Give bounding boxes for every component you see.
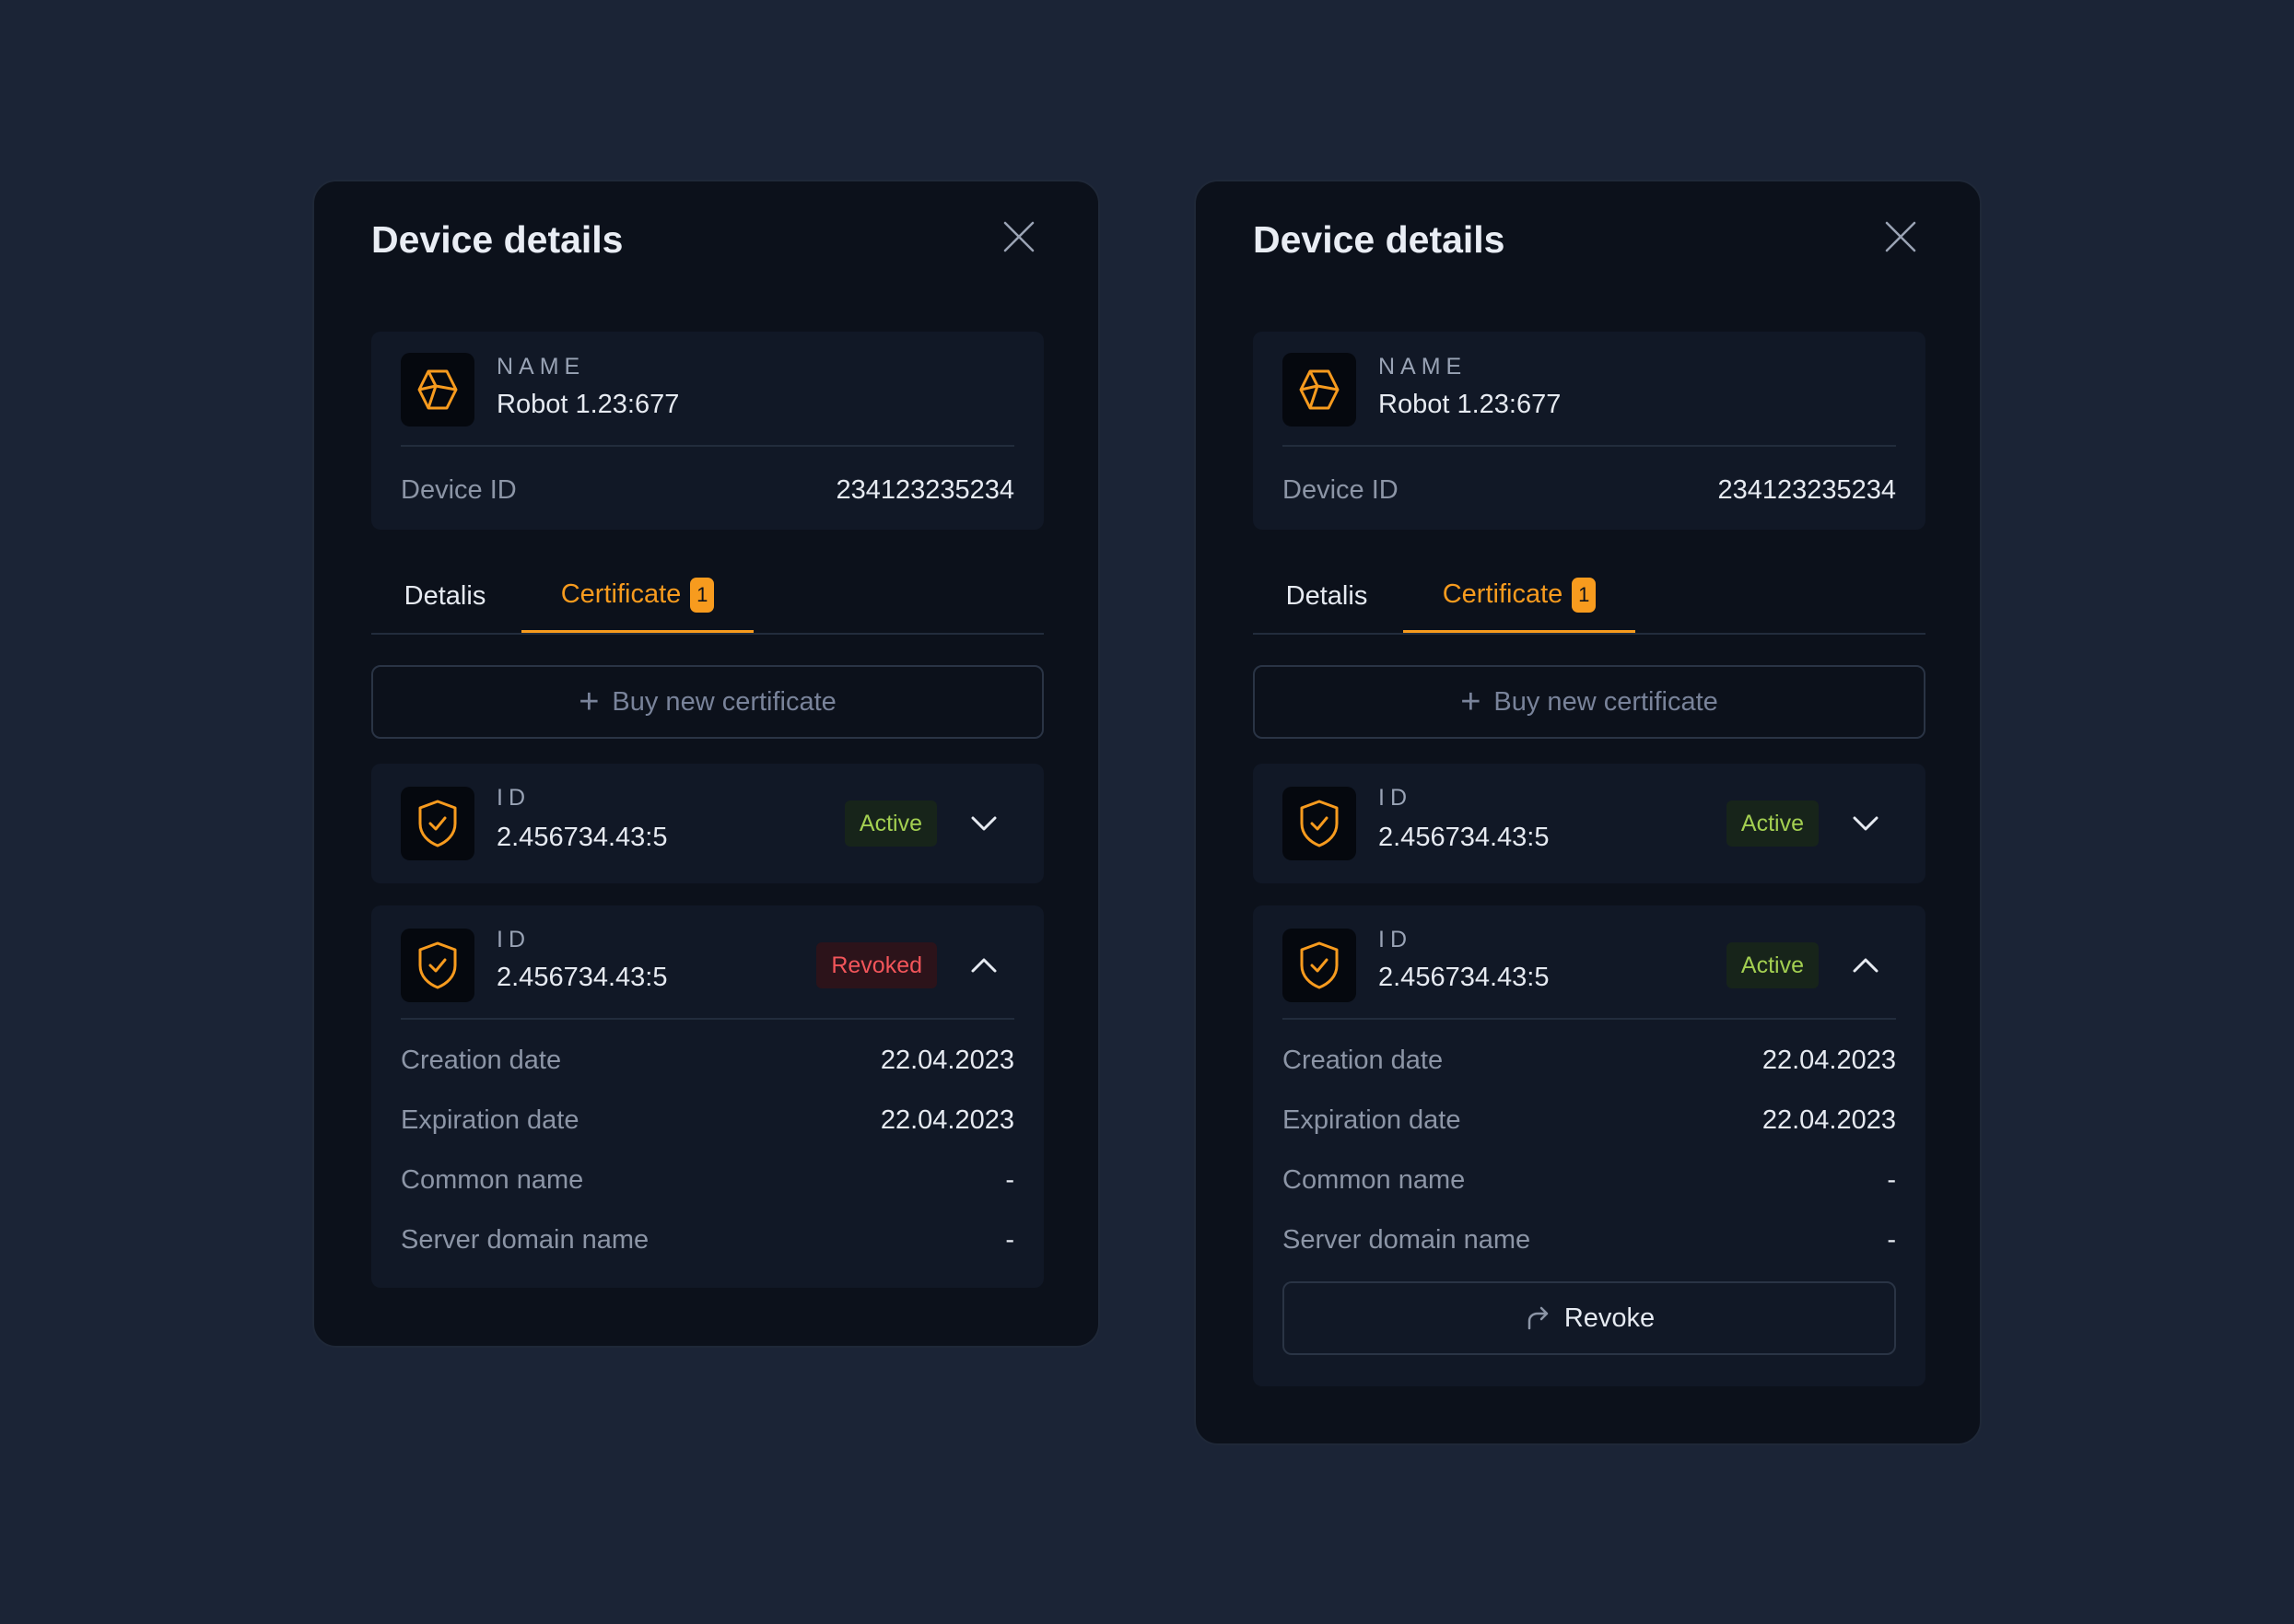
certificate-item: ID 2.456734.43:5 Active Creation date 22… — [1253, 905, 1925, 1386]
status-badge: Active — [1726, 942, 1819, 988]
plus-icon: + — [579, 683, 600, 721]
status-badge: Revoked — [816, 942, 937, 988]
tab-details[interactable]: Detalis — [1253, 559, 1400, 633]
tab-details[interactable]: Detalis — [371, 559, 519, 633]
revoke-button[interactable]: Revoke — [1282, 1281, 1896, 1355]
status-badge: Active — [844, 800, 937, 847]
chevron-down-icon[interactable] — [1847, 805, 1884, 842]
server-domain-value: - — [1005, 1225, 1014, 1255]
creation-date-label: Creation date — [1282, 1046, 1444, 1075]
name-label: NAME — [1378, 354, 1468, 380]
device-details-panel: Device details NAME Robot 1.23:677 Devic… — [1194, 180, 1982, 1445]
cert-id-label: ID — [1378, 785, 1412, 811]
certificate-item: ID 2.456734.43:5 Active — [371, 764, 1044, 883]
device-details-panel: Device details NAME Robot 1.23:677 Devic… — [312, 180, 1100, 1348]
device-id-value: 234123235234 — [1717, 475, 1896, 505]
status-badge: Active — [1726, 800, 1819, 847]
buy-certificate-label: Buy new certificate — [1493, 686, 1718, 717]
divider — [1282, 445, 1896, 447]
tab-label: Certificate — [560, 579, 682, 609]
tab-label: Detalis — [404, 580, 486, 611]
name-label: NAME — [497, 354, 586, 380]
creation-date-value: 22.04.2023 — [880, 1046, 1014, 1075]
shield-check-icon — [1282, 929, 1356, 1002]
revoke-label: Revoke — [1563, 1303, 1656, 1333]
close-icon[interactable] — [1884, 220, 1917, 253]
expiration-date-value: 22.04.2023 — [880, 1105, 1014, 1135]
common-name-label: Common name — [401, 1165, 584, 1195]
divider — [401, 445, 1014, 447]
cert-id-label: ID — [497, 785, 531, 811]
device-name: Robot 1.23:677 — [1378, 390, 1562, 419]
buy-certificate-label: Buy new certificate — [612, 686, 837, 717]
common-name-value: - — [1005, 1165, 1014, 1195]
close-icon[interactable] — [1002, 220, 1036, 253]
panel-title: Device details — [371, 218, 624, 261]
cube-icon — [1282, 353, 1356, 426]
shield-check-icon — [401, 929, 474, 1002]
common-name-value: - — [1887, 1165, 1896, 1195]
expiration-date-label: Expiration date — [1282, 1105, 1461, 1135]
tab-bar: Detalis Certificate 1 — [1253, 559, 1925, 635]
device-id-label: Device ID — [401, 475, 517, 505]
device-info-card: NAME Robot 1.23:677 Device ID 2341232352… — [371, 332, 1044, 530]
tab-certificate[interactable]: Certificate 1 — [521, 559, 754, 633]
plus-icon: + — [1460, 683, 1481, 721]
shield-check-icon — [401, 787, 474, 860]
common-name-label: Common name — [1282, 1165, 1466, 1195]
buy-certificate-button[interactable]: + Buy new certificate — [1253, 665, 1925, 739]
divider — [1282, 1018, 1896, 1020]
buy-certificate-button[interactable]: + Buy new certificate — [371, 665, 1044, 739]
device-id-label: Device ID — [1282, 475, 1399, 505]
server-domain-label: Server domain name — [1282, 1225, 1531, 1255]
cert-id-value: 2.456734.43:5 — [1378, 963, 1550, 992]
cert-id-label: ID — [1378, 927, 1412, 952]
chevron-up-icon[interactable] — [1847, 947, 1884, 984]
device-name: Robot 1.23:677 — [497, 390, 680, 419]
count-badge: 1 — [690, 577, 715, 613]
tab-label: Detalis — [1285, 580, 1368, 611]
creation-date-value: 22.04.2023 — [1761, 1046, 1896, 1075]
tab-certificate[interactable]: Certificate 1 — [1403, 559, 1635, 633]
tab-label: Certificate — [1442, 579, 1563, 609]
certificate-item: ID 2.456734.43:5 Revoked Creation date 2… — [371, 905, 1044, 1288]
chevron-down-icon[interactable] — [966, 805, 1002, 842]
device-id-value: 234123235234 — [836, 475, 1014, 505]
cert-id-value: 2.456734.43:5 — [497, 963, 668, 992]
cert-id-label: ID — [497, 927, 531, 952]
cube-icon — [401, 353, 474, 426]
creation-date-label: Creation date — [401, 1046, 562, 1075]
certificate-item: ID 2.456734.43:5 Active — [1253, 764, 1925, 883]
expiration-date-label: Expiration date — [401, 1105, 579, 1135]
divider — [401, 1018, 1014, 1020]
redo-arrow-icon — [1527, 1306, 1549, 1330]
server-domain-label: Server domain name — [401, 1225, 650, 1255]
panel-title: Device details — [1253, 218, 1505, 261]
expiration-date-value: 22.04.2023 — [1761, 1105, 1896, 1135]
cert-id-value: 2.456734.43:5 — [1378, 823, 1550, 852]
cert-id-value: 2.456734.43:5 — [497, 823, 668, 852]
device-info-card: NAME Robot 1.23:677 Device ID 2341232352… — [1253, 332, 1925, 530]
tab-bar: Detalis Certificate 1 — [371, 559, 1044, 635]
chevron-up-icon[interactable] — [966, 947, 1002, 984]
server-domain-value: - — [1887, 1225, 1896, 1255]
shield-check-icon — [1282, 787, 1356, 860]
count-badge: 1 — [1572, 577, 1597, 613]
